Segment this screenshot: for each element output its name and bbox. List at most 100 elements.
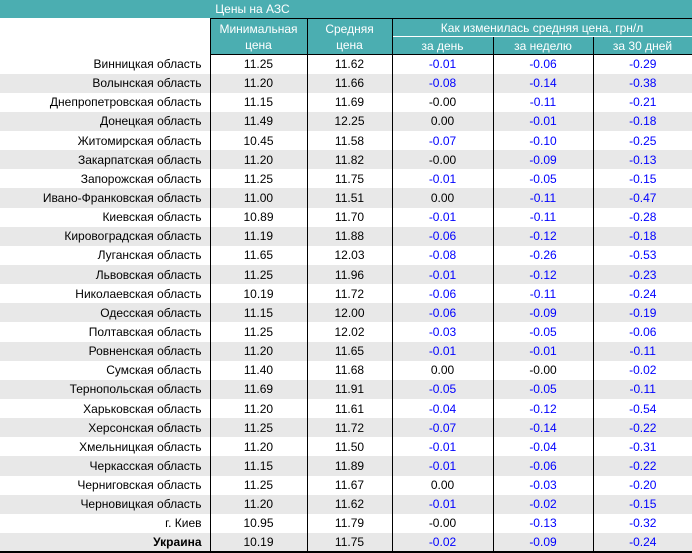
min-price-cell: 11.25 [210,54,308,74]
region-cell: Одесская область [0,303,211,323]
week-change-cell: -0.02 [493,494,594,514]
week-change-cell: -0.14 [493,73,594,93]
month-change-cell: -0.24 [593,533,692,553]
week-change-cell: -0.04 [493,437,594,457]
day-change-cell: -0.01 [392,456,494,476]
region-cell: Винницкая область [0,54,211,74]
price-table-body: Винницкая область 11.25 11.62 -0.01 -0.06 -0.… [0,54,692,553]
table-row: Николаевская область 10.19 11.72 -0.06 -0.11… [0,284,692,304]
month-change-cell: -0.18 [629,229,657,244]
region-cell: Тернопольская область [0,379,211,400]
avg-price-header-line2: цена [336,37,363,52]
week-change-cell: -0.10 [493,131,594,151]
month-change-cell: -0.28 [629,210,657,225]
table-row: Днепропетровская область 11.15 11.69 -0.00-… [0,92,692,112]
week-change-cell: -0.06 [493,456,594,476]
region-cell: Волынская область [0,73,211,93]
region-cell: Черкасская область [0,456,211,476]
avg-price-cell: 11.89 [307,456,393,476]
avg-price-cell: 11.65 [307,341,393,361]
avg-price-cell: 11.79 [307,513,393,534]
day-change-cell: -0.01 [392,265,494,285]
region-cell: Херсонская область [0,418,211,438]
week-change-cell: -0.14 [493,418,594,438]
min-price-cell: 11.25 [210,418,308,438]
table-row: Кировоградская область 11.19 11.88 -0.06 -0.… [0,226,692,246]
min-price-cell: 11.20 [210,437,308,457]
week-change-cell: -0.11 [493,92,594,112]
month-change-cell: -0.32 [629,516,657,531]
avg-price-cell: 11.96 [307,265,393,285]
table-row: Украина 10.19 11.75 -0.02 -0.09 -0.24 [0,533,692,553]
table-row: Запорожская область 11.25 11.75 -0.01 -0.05 -… [0,169,692,189]
table-row: Херсонская область 11.25 11.72 -0.07 -0.14 -0… [0,418,692,438]
day-change-cell: -0.06 [392,284,494,304]
avg-price-cell: 12.25 [307,111,393,132]
month-change-column-header: за 30 дней [592,36,692,55]
week-change-cell: -0.01 [493,341,594,361]
day-change-cell: -0.03 [392,322,494,342]
day-change-column-header: за день [391,36,494,55]
table-row: Черновицкая область 11.20 11.62 -0.01 -0.02 -… [0,494,692,514]
month-change-cell: -0.53 [629,248,657,263]
month-change-cell: -0.15 [629,497,657,512]
month-change-cell: -0.29 [629,57,657,72]
avg-price-cell: 11.91 [307,379,393,400]
region-cell: г. Киев [0,513,211,534]
min-price-cell: 10.19 [210,533,308,553]
avg-price-cell: 11.72 [307,418,393,438]
day-change-cell: -0.01 [392,169,494,189]
avg-price-cell: 12.00 [307,303,393,323]
month-change-cell: -0.15 [629,171,657,186]
day-change-cell: -0.02 [392,533,494,553]
fuel-price-widget: Цены на АЗС Минимальная цена Средняя цен… [0,0,692,553]
avg-price-cell: 11.66 [307,73,393,93]
avg-price-cell: 11.82 [307,150,393,170]
week-change-cell: -0.00 [493,360,594,380]
week-change-cell: -0.11 [493,207,594,227]
avg-price-cell: 11.88 [307,226,393,246]
region-cell: Луганская область [0,245,211,266]
day-change-cell: -0.01 [392,494,494,514]
day-change-cell: 0.00 [392,188,494,208]
week-change-cell: -0.26 [493,245,594,266]
min-price-cell: 11.15 [210,456,308,476]
table-row: г. Киев 10.95 11.79 -0.00 -0.13 -0.32 [0,513,692,534]
avg-price-cell: 12.02 [307,322,393,342]
table-row: Одесская область 11.15 12.00 -0.06 -0.09 -0.1… [0,303,692,323]
day-change-cell: -0.01 [392,341,494,361]
month-change-cell: -0.20 [629,478,657,493]
month-change-cell: -0.02 [629,363,657,378]
avg-price-cell: 11.72 [307,284,393,304]
min-price-cell: 11.49 [210,111,308,132]
avg-price-cell: 11.75 [307,533,393,553]
region-cell: Донецкая область [0,111,211,132]
day-change-cell: 0.00 [392,360,494,380]
avg-price-header-line1: Средняя [325,21,374,36]
month-change-cell: -0.25 [629,133,657,148]
header-row-top: Минимальная цена Средняя цена Как измени… [0,18,692,55]
region-cell: Харьковская область [0,399,211,419]
day-change-cell: -0.08 [392,73,494,93]
region-cell: Сумская область [0,360,211,380]
avg-price-cell: 11.69 [307,92,393,112]
month-change-cell: -0.24 [629,286,657,301]
month-change-cell: -0.38 [629,76,657,91]
min-price-cell: 11.00 [210,188,308,208]
region-cell: Черновицкая область [0,494,211,514]
region-cell: Хмельницкая область [0,437,211,457]
region-cell: Запорожская область [0,169,211,189]
week-change-cell: -0.03 [493,475,594,495]
month-change-cell: -0.11 [629,382,656,397]
day-change-cell: -0.01 [392,437,494,457]
region-cell: Львовская область [0,265,211,285]
month-change-cell: -0.47 [629,191,657,206]
region-cell: Украина [0,533,211,553]
min-price-cell: 11.65 [210,245,308,266]
day-change-cell: -0.00 [392,513,494,534]
day-change-cell: -0.00 [392,92,494,112]
min-price-cell: 10.45 [210,131,308,151]
min-price-cell: 10.95 [210,513,308,534]
table-row: Винницкая область 11.25 11.62 -0.01 -0.06 -0.… [0,54,692,74]
table-row: Львовская область 11.25 11.96 -0.01 -0.12 -0.… [0,265,692,285]
